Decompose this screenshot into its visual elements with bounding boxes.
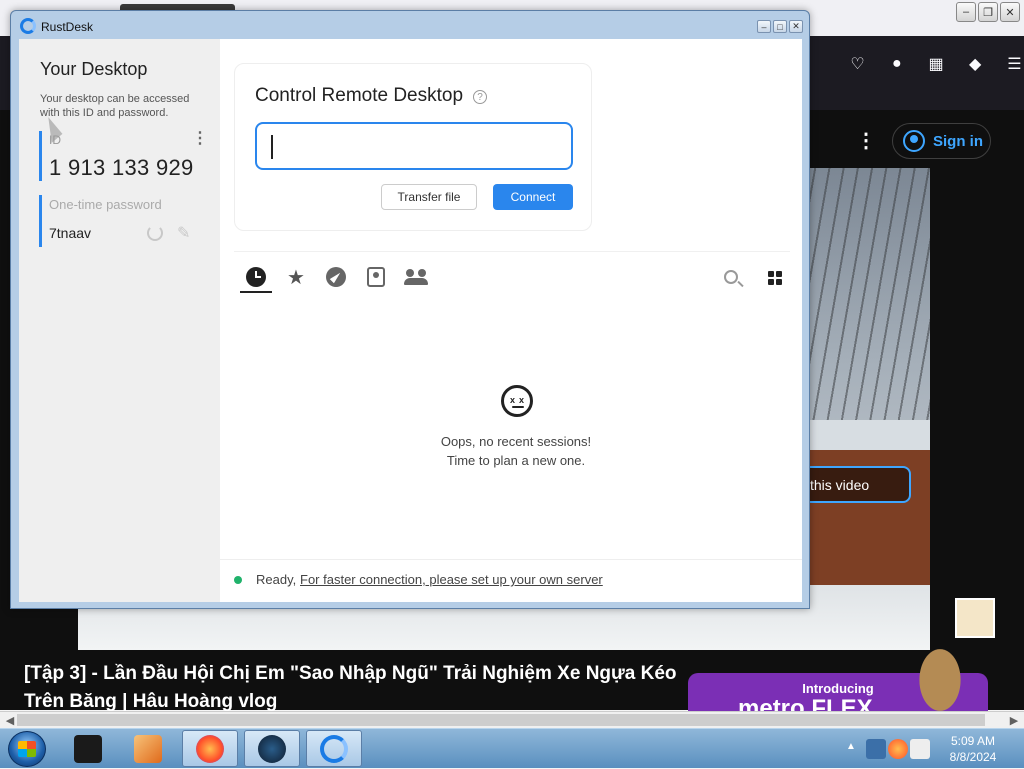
- steam-icon: [258, 734, 286, 763]
- taskbar-app-rustdesk[interactable]: [306, 730, 362, 767]
- control-remote-card: Control Remote Desktop ? Transfer file C…: [234, 63, 592, 231]
- id-menu-icon[interactable]: ⋮: [192, 131, 208, 147]
- status-text: Ready,: [256, 572, 297, 587]
- your-desktop-panel: Your Desktop Your desktop can be accesse…: [19, 39, 220, 602]
- recent-clock-icon: [246, 267, 266, 287]
- taskbar: ▲ 5:09 AM 8/8/2024: [0, 728, 1024, 768]
- id-value[interactable]: 1 913 133 929: [49, 155, 194, 181]
- account-icon[interactable]: ●: [887, 54, 906, 74]
- more-options-icon[interactable]: ⋮: [856, 128, 876, 153]
- refresh-password-icon[interactable]: [147, 225, 163, 241]
- pocket-icon[interactable]: ♡: [848, 54, 867, 74]
- transfer-file-button[interactable]: Transfer file: [381, 184, 477, 210]
- menu-icon[interactable]: ☰: [1005, 54, 1024, 74]
- password-section: One-time password 7tnaav ✎: [39, 195, 209, 247]
- id-section: ID ⋮ 1 913 133 929: [39, 131, 209, 181]
- media-player-icon: [134, 734, 162, 763]
- tab-favorites[interactable]: ★: [280, 263, 312, 291]
- minimize-icon[interactable]: –: [757, 20, 771, 33]
- grid-view-icon[interactable]: [768, 271, 782, 285]
- text-caret: [271, 135, 273, 159]
- horizontal-scrollbar[interactable]: ◀ ▶: [0, 711, 1024, 728]
- password-value[interactable]: 7tnaav: [49, 225, 91, 241]
- password-label: One-time password: [49, 197, 162, 212]
- rustdesk-content: Your Desktop Your desktop can be accesse…: [19, 39, 802, 602]
- address-book-icon: [367, 267, 385, 287]
- video-title: [Tập 3] - Lần Đầu Hội Chị Em "Sao Nhập N…: [24, 663, 677, 712]
- signin-button[interactable]: Sign in: [892, 123, 991, 159]
- setup-server-link[interactable]: For faster connection, please set up you…: [300, 572, 603, 587]
- scroll-right-icon[interactable]: ▶: [1006, 713, 1022, 728]
- help-icon[interactable]: ?: [473, 90, 487, 104]
- maximize-icon[interactable]: □: [773, 20, 787, 33]
- user-icon: [903, 130, 925, 152]
- close-icon[interactable]: ✕: [1000, 2, 1020, 22]
- network-icon[interactable]: [866, 739, 886, 759]
- main-panel: Control Remote Desktop ? Transfer file C…: [220, 39, 802, 602]
- rustdesk-window: RustDesk – □ ✕ Your Desktop Your desktop…: [10, 10, 810, 609]
- divider: [234, 251, 790, 252]
- tab-recent-sessions[interactable]: [240, 263, 272, 293]
- clock[interactable]: 5:09 AM 8/8/2024: [938, 733, 1008, 765]
- panel-title: Your Desktop: [40, 59, 148, 79]
- show-hidden-icons-icon[interactable]: ▲: [846, 741, 856, 752]
- watch-video-button[interactable]: this video: [800, 466, 911, 503]
- edit-password-icon[interactable]: ✎: [177, 223, 190, 243]
- sad-face-icon: xx: [501, 385, 533, 417]
- browser-window-controls: – ❐ ✕: [956, 2, 1020, 22]
- terminal-icon: [74, 734, 102, 763]
- tab-address-book[interactable]: [360, 263, 392, 291]
- connect-button[interactable]: Connect: [493, 184, 573, 210]
- panel-description: Your desktop can be accessed with this I…: [40, 93, 190, 119]
- taskbar-app-media-player[interactable]: [120, 730, 176, 767]
- addon-icon[interactable]: ◆: [966, 54, 985, 74]
- close-icon[interactable]: ✕: [789, 20, 803, 33]
- status-indicator-icon: [234, 576, 242, 584]
- empty-message-line2: Time to plan a new one.: [446, 453, 586, 468]
- search-icon[interactable]: [724, 270, 738, 284]
- tab-accessible-devices[interactable]: [400, 263, 432, 291]
- empty-message-line1: Oops, no recent sessions!: [440, 434, 592, 449]
- minimize-icon[interactable]: –: [956, 2, 976, 22]
- remote-id-input[interactable]: [255, 122, 573, 170]
- start-button[interactable]: [8, 731, 46, 767]
- taskbar-app-firefox[interactable]: [182, 730, 238, 767]
- rustdesk-titlebar[interactable]: RustDesk – □ ✕: [11, 11, 809, 39]
- clock-time: 5:09 AM: [950, 734, 996, 748]
- scroll-left-icon[interactable]: ◀: [2, 713, 18, 728]
- rustdesk-logo-icon: [20, 18, 36, 34]
- taskbar-app-terminal[interactable]: [60, 730, 116, 767]
- session-tabs: ★: [234, 261, 790, 295]
- restore-icon[interactable]: ❐: [978, 2, 998, 22]
- star-icon: ★: [287, 266, 305, 289]
- taskbar-app-steam[interactable]: [244, 730, 300, 767]
- browser-toolbar: ♡ ● ▦ ◆ ☰: [810, 44, 1024, 84]
- signin-label: Sign in: [933, 132, 983, 150]
- compass-icon: [326, 267, 346, 287]
- tab-discovered[interactable]: [320, 263, 352, 291]
- video-cabin: [810, 420, 930, 590]
- channel-thumbnail[interactable]: [955, 598, 995, 638]
- firefox-icon: [196, 734, 224, 763]
- scroll-thumb[interactable]: [17, 714, 985, 726]
- group-icon: [404, 269, 428, 285]
- window-title: RustDesk: [41, 20, 94, 34]
- firefox-tray-icon[interactable]: [888, 739, 908, 759]
- volume-icon[interactable]: [910, 739, 930, 759]
- status-bar: Ready, For faster connection, please set…: [220, 559, 802, 602]
- card-title: Control Remote Desktop: [255, 85, 464, 106]
- rustdesk-icon: [320, 734, 348, 763]
- clock-date: 8/8/2024: [949, 750, 997, 764]
- extensions-icon[interactable]: ▦: [926, 54, 945, 74]
- windows-logo-icon: [18, 741, 36, 757]
- rustdesk-window-controls: – □ ✕: [757, 20, 803, 33]
